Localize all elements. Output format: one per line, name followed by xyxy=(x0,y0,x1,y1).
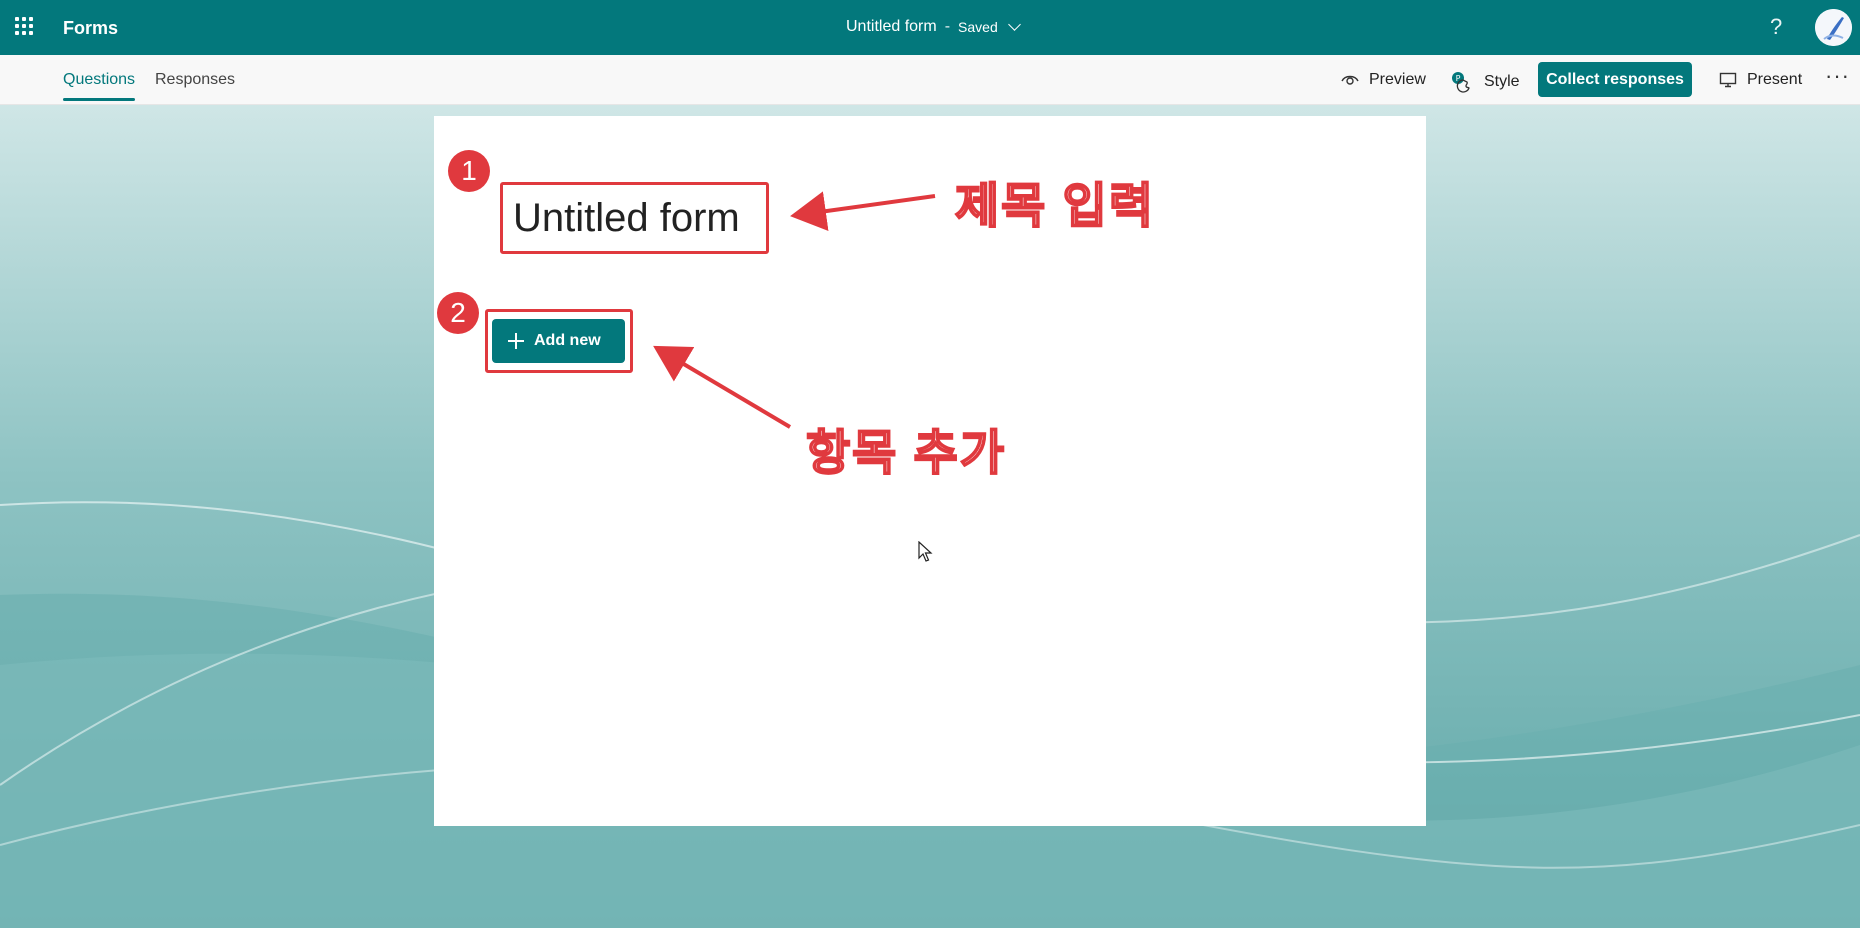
preview-label: Preview xyxy=(1369,71,1426,88)
annotation-badge-2: 2 xyxy=(437,292,479,334)
monitor-icon xyxy=(1719,72,1737,88)
add-new-button[interactable]: Add new xyxy=(492,319,625,363)
tab-questions[interactable]: Questions xyxy=(63,71,136,101)
style-label: Style xyxy=(1484,73,1520,90)
more-icon[interactable]: ··· xyxy=(1825,63,1850,89)
tab-responses[interactable]: Responses xyxy=(155,71,235,89)
annotation-label-add: 항목 추가 xyxy=(805,426,1006,481)
app-name[interactable]: Forms xyxy=(63,18,118,39)
title-separator: - xyxy=(944,18,951,35)
add-new-label: Add new xyxy=(534,332,601,349)
present-button[interactable]: Present xyxy=(1719,71,1802,89)
preview-button[interactable]: Preview xyxy=(1341,71,1426,89)
collect-responses-button[interactable]: Collect responses xyxy=(1538,62,1692,97)
style-button[interactable]: P Style xyxy=(1450,71,1520,93)
form-title-input[interactable]: Untitled form xyxy=(500,182,769,254)
present-label: Present xyxy=(1747,71,1803,88)
waffle-icon[interactable] xyxy=(15,17,37,39)
help-icon[interactable]: ? xyxy=(1770,14,1782,40)
top-app-bar: Forms Untitled form - Saved ? xyxy=(0,0,1860,55)
command-bar: Questions Responses Preview P Style Coll… xyxy=(0,55,1860,105)
avatar[interactable] xyxy=(1815,9,1852,46)
document-title: Untitled form xyxy=(846,18,937,35)
save-status: Saved xyxy=(958,19,998,35)
annotation-badge-1: 1 xyxy=(448,150,490,192)
mouse-cursor-icon xyxy=(918,541,933,562)
eye-icon xyxy=(1341,75,1359,85)
plus-icon xyxy=(508,333,524,349)
chevron-down-icon xyxy=(1007,18,1021,31)
annotation-label-title: 제목 입력 xyxy=(954,179,1155,234)
document-title-menu[interactable]: Untitled form - Saved xyxy=(846,18,1021,36)
palette-icon: P xyxy=(1452,72,1470,93)
